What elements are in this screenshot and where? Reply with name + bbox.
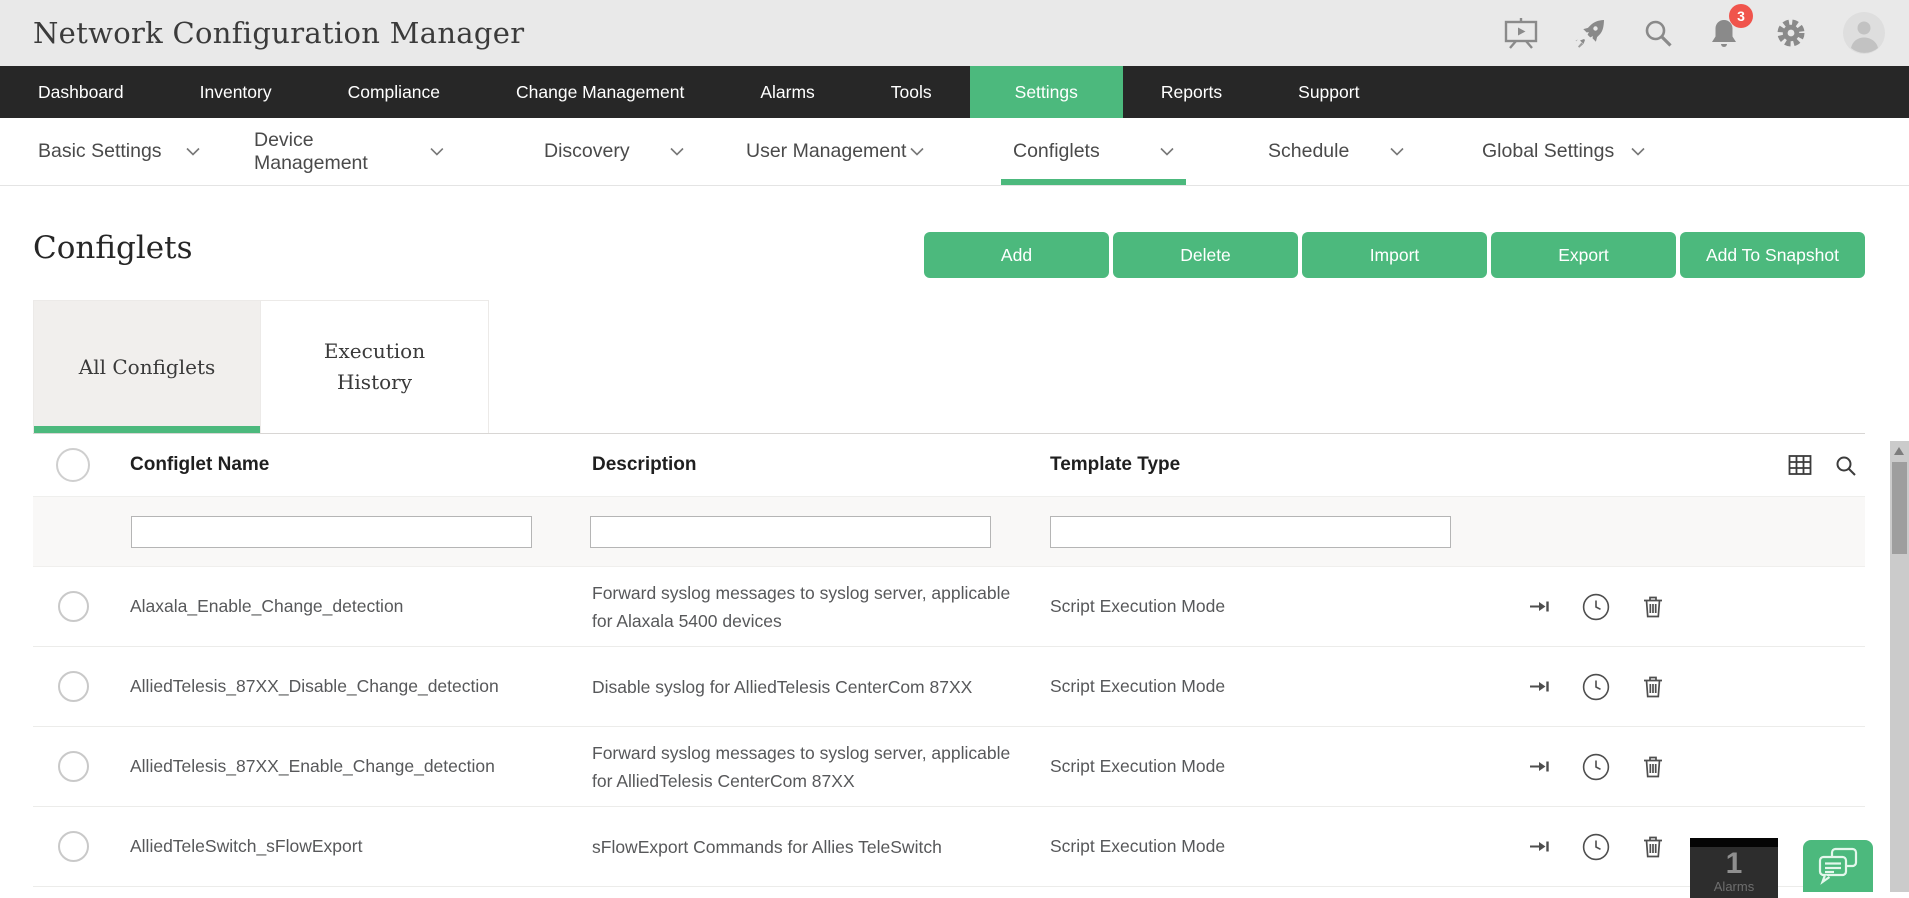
table-row: Alaxala_Enable_Change_detection Forward …: [33, 567, 1865, 647]
chevron-down-icon: [1631, 147, 1645, 156]
scroll-up-arrow-icon[interactable]: [1894, 447, 1904, 455]
nav-item-support[interactable]: Support: [1260, 66, 1397, 118]
subnav-item-global-settings[interactable]: Global Settings: [1470, 118, 1657, 185]
execute-configlet-icon[interactable]: [1530, 758, 1549, 775]
settings-gear-icon[interactable]: [1775, 17, 1807, 49]
page-actions: Add Delete Import Export Add To Snapshot: [924, 232, 1865, 278]
nav-item-alarms[interactable]: Alarms: [722, 66, 852, 118]
configlet-template-type: Script Execution Mode: [1050, 676, 1395, 697]
nav-item-inventory[interactable]: Inventory: [162, 66, 310, 118]
configlet-description: Forward syslog messages to syslog server…: [592, 739, 1027, 795]
scrollbar-thumb[interactable]: [1892, 462, 1907, 554]
row-checkbox[interactable]: [58, 671, 89, 702]
subnav-item-configlets[interactable]: Configlets: [1001, 118, 1186, 185]
delete-trash-icon[interactable]: [1643, 676, 1663, 698]
nav-item-compliance[interactable]: Compliance: [310, 66, 478, 118]
tabs-strip: All Configlets Execution History: [33, 300, 1865, 434]
tab-execution-history[interactable]: Execution History: [261, 300, 489, 433]
tab-all-configlets[interactable]: All Configlets: [33, 300, 261, 433]
configlet-name: AlliedTeleSwitch_sFlowExport: [130, 836, 592, 857]
alarms-widget[interactable]: 1 Alarms: [1690, 838, 1778, 898]
notification-badge: 3: [1729, 4, 1753, 28]
filter-configlet-name-input[interactable]: [131, 516, 532, 548]
schedule-clock-icon[interactable]: [1582, 593, 1610, 621]
presentation-play-icon[interactable]: [1503, 17, 1539, 49]
table-row: AlliedTelesis_87XX_Disable_Change_detect…: [33, 647, 1865, 727]
execute-configlet-icon[interactable]: [1530, 838, 1549, 855]
grid-view-icon[interactable]: [1788, 453, 1812, 477]
page-head: Configlets Add Delete Import Export Add …: [0, 186, 1909, 300]
subnav-item-schedule[interactable]: Schedule: [1256, 118, 1416, 185]
add-button[interactable]: Add: [924, 232, 1109, 278]
column-header-description: Description: [592, 454, 1050, 476]
export-button[interactable]: Export: [1491, 232, 1676, 278]
topbar: Network Configuration Manager: [0, 0, 1909, 66]
schedule-clock-icon[interactable]: [1582, 833, 1610, 861]
import-button[interactable]: Import: [1302, 232, 1487, 278]
configlet-template-type: Script Execution Mode: [1050, 756, 1395, 777]
chat-bubbles-icon: [1817, 846, 1859, 886]
user-avatar[interactable]: [1843, 12, 1885, 54]
table-row: AlliedTeleSwitch_sFlowExport sFlowExport…: [33, 807, 1865, 887]
table-header: Configlet Name Description Template Type: [33, 434, 1865, 497]
subnav-item-user-management[interactable]: User Management: [734, 118, 936, 185]
configlet-description: sFlowExport Commands for Allies TeleSwit…: [592, 833, 1027, 861]
select-all-checkbox[interactable]: [56, 448, 90, 482]
execute-configlet-icon[interactable]: [1530, 598, 1549, 615]
rocket-icon[interactable]: [1575, 17, 1607, 49]
table-row: AlliedTelesis_87XX_Enable_Change_detecti…: [33, 727, 1865, 807]
vertical-scrollbar[interactable]: [1890, 441, 1909, 892]
configlet-name: AlliedTelesis_87XX_Disable_Change_detect…: [130, 676, 592, 697]
nav-item-reports[interactable]: Reports: [1123, 66, 1260, 118]
column-header-template-type: Template Type: [1050, 454, 1395, 476]
chevron-down-icon: [186, 147, 200, 156]
column-search-icon[interactable]: [1834, 454, 1857, 477]
delete-trash-icon[interactable]: [1643, 756, 1663, 778]
filter-row: [33, 497, 1865, 567]
delete-trash-icon[interactable]: [1643, 836, 1663, 858]
app-title: Network Configuration Manager: [33, 16, 524, 50]
delete-trash-icon[interactable]: [1643, 596, 1663, 618]
configlet-template-type: Script Execution Mode: [1050, 836, 1395, 857]
configlet-template-type: Script Execution Mode: [1050, 596, 1395, 617]
filter-description-input[interactable]: [590, 516, 991, 548]
chevron-down-icon: [430, 147, 444, 156]
execute-configlet-icon[interactable]: [1530, 678, 1549, 695]
chevron-down-icon: [1160, 147, 1174, 156]
settings-subnav: Basic Settings Device Management Discove…: [0, 118, 1909, 186]
delete-button[interactable]: Delete: [1113, 232, 1298, 278]
subnav-item-discovery[interactable]: Discovery: [532, 118, 696, 185]
chevron-down-icon: [910, 147, 924, 156]
nav-item-change-management[interactable]: Change Management: [478, 66, 722, 118]
configlet-description: Forward syslog messages to syslog server…: [592, 579, 1027, 635]
nav-item-tools[interactable]: Tools: [853, 66, 970, 118]
subnav-item-basic-settings[interactable]: Basic Settings: [26, 118, 212, 185]
column-header-configlet-name: Configlet Name: [130, 454, 592, 476]
subnav-item-device-management[interactable]: Device Management: [242, 118, 456, 185]
chevron-down-icon: [1390, 147, 1404, 156]
row-checkbox[interactable]: [58, 831, 89, 862]
nav-item-dashboard[interactable]: Dashboard: [0, 66, 162, 118]
chat-button[interactable]: [1803, 840, 1873, 892]
configlet-description: Disable syslog for AlliedTelesis CenterC…: [592, 673, 1027, 701]
notifications-bell-icon[interactable]: 3: [1709, 17, 1739, 49]
main-nav: Dashboard Inventory Compliance Change Ma…: [0, 66, 1909, 118]
row-checkbox[interactable]: [58, 751, 89, 782]
alarms-count: 1: [1690, 848, 1778, 880]
configlet-name: AlliedTelesis_87XX_Enable_Change_detecti…: [130, 756, 592, 777]
schedule-clock-icon[interactable]: [1582, 753, 1610, 781]
add-to-snapshot-button[interactable]: Add To Snapshot: [1680, 232, 1865, 278]
topbar-icons: 3: [1503, 12, 1885, 54]
chevron-down-icon: [670, 147, 684, 156]
page-title: Configlets: [33, 230, 193, 266]
nav-item-settings[interactable]: Settings: [970, 66, 1123, 118]
schedule-clock-icon[interactable]: [1582, 673, 1610, 701]
row-checkbox[interactable]: [58, 591, 89, 622]
configlet-name: Alaxala_Enable_Change_detection: [130, 596, 592, 617]
filter-template-type-input[interactable]: [1050, 516, 1451, 548]
search-icon[interactable]: [1643, 18, 1673, 48]
